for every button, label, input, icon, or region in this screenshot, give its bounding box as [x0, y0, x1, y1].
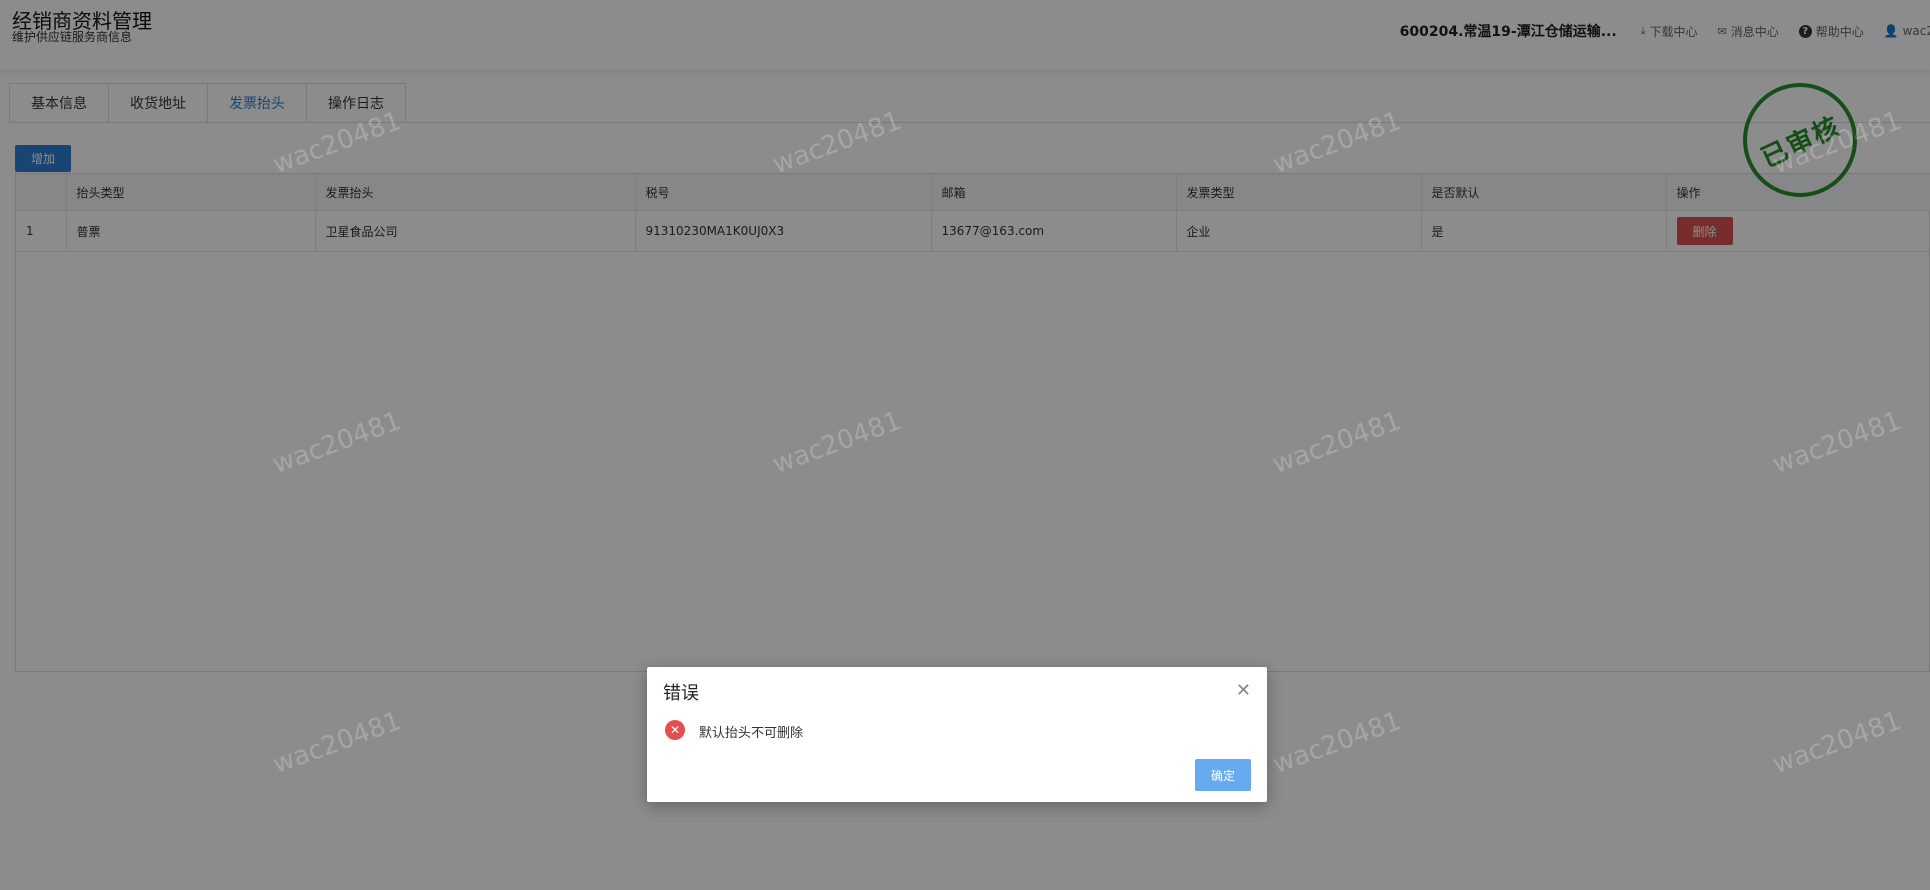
dialog-message: 默认抬头不可删除	[699, 726, 804, 741]
error-icon: ✕	[665, 720, 685, 740]
close-icon[interactable]: ✕	[1236, 680, 1251, 701]
error-dialog: 错误 ✕ ✕ 默认抬头不可删除 确定	[647, 667, 1267, 802]
dialog-title: 错误	[663, 683, 699, 704]
ok-button[interactable]: 确定	[1195, 759, 1251, 791]
